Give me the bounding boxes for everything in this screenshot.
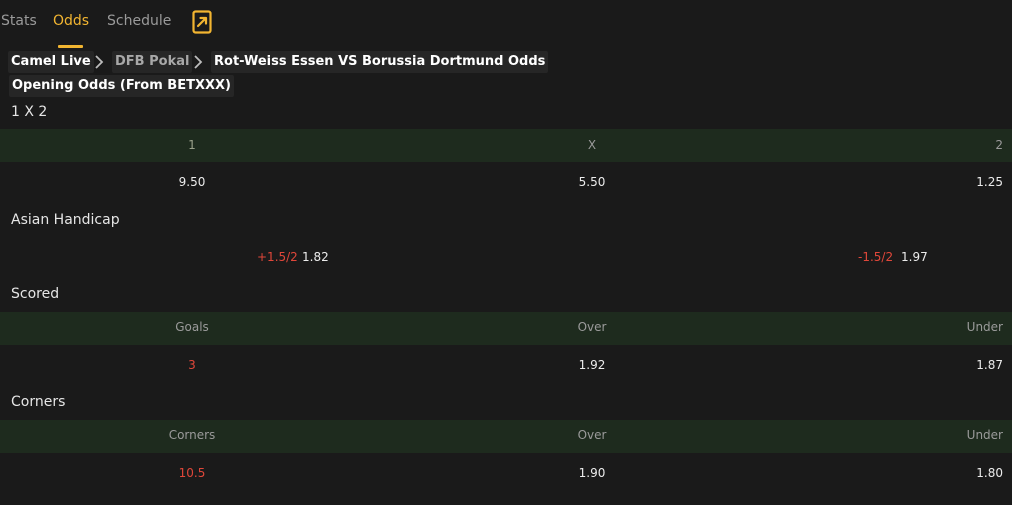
header-under: Under: [966, 320, 1003, 334]
tab-stats[interactable]: Stats: [1, 13, 37, 29]
header-row-scored: Goals Over Under: [0, 312, 1012, 345]
header-row-corners: Corners Over Under: [0, 420, 1012, 453]
share-arrow-icon[interactable]: [192, 10, 212, 34]
odds-draw: 5.50: [578, 175, 606, 189]
section-title-asian-handicap: Asian Handicap: [11, 212, 120, 228]
corners-over-odds: 1.90: [578, 466, 606, 480]
section-title-corners: Corners: [11, 394, 66, 410]
header-away: 2: [995, 138, 1003, 152]
section-title-scored: Scored: [11, 286, 60, 302]
handicap-away-odds: 1.97: [901, 250, 928, 264]
handicap-home-line: +1.5/2: [257, 250, 298, 264]
header-draw: X: [587, 138, 597, 152]
tab-schedule[interactable]: Schedule: [107, 13, 171, 29]
goals-over-odds: 1.92: [578, 358, 606, 372]
header-corners: Corners: [168, 428, 216, 442]
corners-line: 10.5: [178, 466, 206, 480]
handicap-home-odds: 1.82: [302, 250, 329, 264]
breadcrumb-current: Rot-Weiss Essen VS Borussia Dortmund Odd…: [211, 51, 549, 73]
active-tab-indicator: [58, 45, 83, 48]
header-goals: Goals: [175, 320, 209, 334]
header-over: Over: [577, 428, 607, 442]
goals-under-odds: 1.87: [976, 358, 1003, 372]
header-home: 1: [188, 138, 196, 152]
handicap-away-line: -1.5/2: [858, 250, 894, 264]
opening-odds-title: Opening Odds (From BETXXX): [9, 75, 234, 97]
corners-under-odds: 1.80: [976, 466, 1003, 480]
top-tabs: Stats Odds Schedule: [0, 0, 1012, 48]
breadcrumb-league[interactable]: DFB Pokal: [112, 51, 193, 73]
tab-odds[interactable]: Odds: [53, 13, 89, 29]
odds-home: 9.50: [178, 175, 206, 189]
header-under: Under: [966, 428, 1003, 442]
breadcrumb-home[interactable]: Camel Live: [8, 51, 94, 73]
header-row-1x2: 1 X 2: [0, 129, 1012, 162]
chevron-right-icon: [194, 55, 203, 69]
goals-line: 3: [188, 358, 196, 372]
chevron-right-icon: [95, 55, 104, 69]
odds-away: 1.25: [976, 175, 1003, 189]
section-title-1x2: 1 X 2: [11, 104, 48, 120]
header-over: Over: [577, 320, 607, 334]
